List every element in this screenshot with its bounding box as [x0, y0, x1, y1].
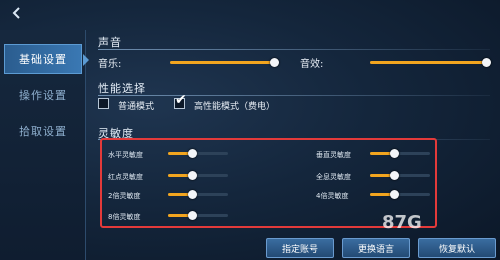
- slider-knob[interactable]: [188, 171, 197, 180]
- slider-knob[interactable]: [390, 149, 399, 158]
- sidebar-item-label: 基础设置: [19, 53, 67, 66]
- music-slider-knob[interactable]: [270, 58, 279, 67]
- section-divider: [98, 49, 490, 50]
- active-arrow-icon: [83, 54, 89, 66]
- sound-title: 声音: [98, 36, 122, 49]
- sidebar-item-label: 操作设置: [19, 89, 67, 102]
- sfx-slider[interactable]: [370, 58, 491, 67]
- sensitivity-label: 2倍灵敏度: [108, 192, 141, 200]
- music-slider[interactable]: [170, 58, 279, 67]
- check-icon: ✔: [175, 92, 187, 108]
- change-language-button[interactable]: 更换语言: [342, 238, 410, 258]
- sidebar-item-label: 拾取设置: [19, 125, 67, 138]
- section-divider: [98, 95, 490, 96]
- sensitivity-label: 4倍灵敏度: [316, 192, 349, 200]
- slider-knob[interactable]: [188, 149, 197, 158]
- back-arrow-icon: [12, 7, 20, 19]
- vertical-sensitivity-slider[interactable]: [370, 149, 430, 158]
- red-dot-sensitivity-slider[interactable]: [168, 171, 228, 180]
- normal-mode-label: 普通模式: [118, 102, 155, 112]
- slider-knob[interactable]: [390, 190, 399, 199]
- slider-knob[interactable]: [390, 171, 399, 180]
- sensitivity-label: 8倍灵敏度: [108, 213, 141, 221]
- sidebar-item-pickup[interactable]: 拾取设置: [4, 116, 82, 146]
- restore-default-button[interactable]: 恢复默认: [418, 238, 496, 258]
- watermark: 87G: [382, 212, 422, 233]
- horizontal-sensitivity-slider[interactable]: [168, 149, 228, 158]
- 4x-sensitivity-slider[interactable]: [370, 190, 430, 199]
- assign-account-button[interactable]: 指定账号: [266, 238, 334, 258]
- sfx-slider-knob[interactable]: [482, 58, 491, 67]
- sensitivity-label: 垂直灵敏度: [316, 151, 351, 159]
- slider-knob[interactable]: [188, 190, 197, 199]
- back-icon[interactable]: [4, 2, 30, 24]
- high-performance-label: 高性能模式（费电）: [194, 102, 276, 112]
- high-performance-checkbox[interactable]: ✔: [174, 93, 187, 109]
- sensitivity-label: 全息灵敏度: [316, 173, 351, 181]
- music-slider-fill: [170, 61, 274, 64]
- holographic-sensitivity-slider[interactable]: [370, 171, 430, 180]
- sfx-label: 音效:: [300, 59, 324, 70]
- performance-title: 性能选择: [98, 82, 146, 95]
- sidebar-item-controls[interactable]: 操作设置: [4, 80, 82, 110]
- 2x-sensitivity-slider[interactable]: [168, 190, 228, 199]
- settings-sidebar: 基础设置 操作设置 拾取设置: [0, 30, 89, 260]
- settings-screen: 基础设置 操作设置 拾取设置 声音 音乐: 音效: 性能选择 普通模式 ✔ 高性…: [0, 0, 500, 260]
- slider-knob[interactable]: [188, 211, 197, 220]
- sensitivity-label: 水平灵敏度: [108, 151, 143, 159]
- sfx-slider-fill: [370, 61, 486, 64]
- music-label: 音乐:: [98, 59, 122, 70]
- sidebar-item-basic[interactable]: 基础设置: [4, 44, 89, 74]
- 8x-sensitivity-slider[interactable]: [168, 211, 228, 220]
- sensitivity-label: 红点灵敏度: [108, 173, 143, 181]
- normal-mode-checkbox[interactable]: [98, 98, 109, 109]
